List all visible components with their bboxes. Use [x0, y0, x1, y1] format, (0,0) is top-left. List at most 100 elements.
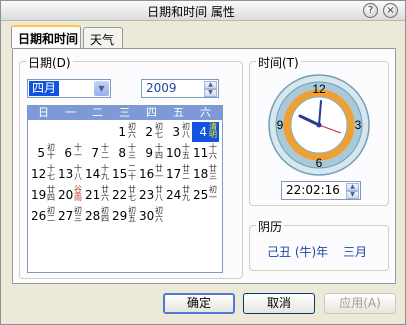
calendar-day[interactable]: 1 初六	[111, 122, 138, 142]
lunar-day-label: 初八	[182, 122, 190, 139]
weekday-label: 三	[119, 106, 130, 119]
calendar-day[interactable]: 20 谷雨	[57, 185, 84, 205]
calendar-day[interactable]: 24 廿九	[165, 185, 192, 205]
calendar-day[interactable]: 13 十八	[57, 164, 84, 184]
calendar-grid[interactable]: 日一二三四五六 1 初六 2 初七 3 初八 4 清明 5 初十 6 十一 7 十二 8 十三 9 十四 10 十五 1…	[27, 105, 223, 273]
help-button[interactable]: ?	[363, 3, 378, 18]
calendar-day[interactable]: 10 十五	[165, 143, 192, 163]
day-number: 10	[166, 146, 182, 160]
chevron-down-icon[interactable]: ▼	[94, 81, 109, 96]
lunar-day-label: 十九	[101, 164, 109, 181]
calendar-day[interactable]: 29 初五	[111, 206, 138, 226]
day-number: 25	[193, 188, 209, 202]
lunar-day-label: 谷雨	[74, 185, 82, 202]
day-number: 2	[145, 125, 153, 139]
analog-clock: 12 3 6 9	[267, 73, 371, 177]
clock-number-12: 12	[312, 82, 326, 96]
day-number: 29	[112, 209, 128, 223]
day-number: 28	[85, 209, 101, 223]
title-bar: 日期和时间 属性 ? ×	[1, 1, 405, 21]
day-number: 7	[91, 146, 99, 160]
calendar-day[interactable]: 16 廿一	[138, 164, 165, 184]
calendar-day[interactable]: 15 二十	[111, 164, 138, 184]
day-number: 15	[112, 167, 128, 181]
lunar-day-label: 初二	[47, 206, 55, 223]
date-time-properties-window: 日期和时间 属性 ? × 日期和时间 天气 日期(D) 四月 ▼ 2009 ▲ …	[0, 0, 406, 325]
calendar-day[interactable]: 21 廿六	[84, 185, 111, 205]
lunar-day-label: 初五	[128, 206, 136, 223]
apply-button[interactable]: 应用(A)	[324, 293, 396, 314]
year-down-arrow-icon[interactable]: ▼	[204, 89, 217, 97]
time-value: 22:02:16	[286, 183, 340, 197]
clock-number-9: 9	[277, 118, 284, 132]
lunar-day-label: 廿二	[182, 164, 190, 181]
calendar-day[interactable]: 11 十六	[192, 143, 219, 163]
lunar-day-label: 初四	[101, 206, 109, 223]
month-select[interactable]: 四月 ▼	[27, 79, 111, 98]
year-spinner[interactable]: 2009 ▲ ▼	[141, 79, 219, 98]
calendar-day[interactable]: 14 十九	[84, 164, 111, 184]
day-number: 14	[85, 167, 101, 181]
day-number: 19	[31, 188, 47, 202]
calendar-day[interactable]: 22 廿七	[111, 185, 138, 205]
weekday-label: 二	[92, 106, 103, 119]
lunar-month: 三月	[343, 245, 368, 259]
time-spinner[interactable]: 22:02:16 ▲ ▼	[281, 181, 361, 200]
lunar-day-label: 十一	[74, 143, 82, 160]
calendar-day[interactable]: 26 初二	[30, 206, 57, 226]
lunar-day-label: 廿九	[182, 185, 190, 202]
calendar-day[interactable]: 6 十一	[57, 143, 84, 163]
cancel-button[interactable]: 取消	[243, 293, 315, 314]
calendar-day[interactable]: 23 廿八	[138, 185, 165, 205]
lunar-day-label: 初六	[155, 206, 163, 223]
lunar-day-label: 十三	[128, 143, 136, 160]
lunar-day-label: 初三	[74, 206, 82, 223]
calendar-day[interactable]: 28 初四	[84, 206, 111, 226]
year-value: 2009	[146, 81, 177, 95]
close-button[interactable]: ×	[383, 3, 398, 18]
calendar-day[interactable]: 4 清明	[192, 122, 219, 142]
calendar-day[interactable]: 27 初三	[57, 206, 84, 226]
lunar-day-label: 二十	[128, 164, 136, 181]
time-down-arrow-icon[interactable]: ▼	[346, 191, 359, 199]
calendar-day[interactable]: 12 十七	[30, 164, 57, 184]
tab-date-time[interactable]: 日期和时间	[11, 25, 81, 48]
day-number: 12	[31, 167, 47, 181]
weekday-label: 六	[200, 106, 211, 119]
calendar-day[interactable]: 17 廿二	[165, 164, 192, 184]
calendar-day[interactable]: 2 初七	[138, 122, 165, 142]
calendar-day[interactable]: 25 初一	[192, 185, 219, 205]
window-title: 日期和时间 属性	[147, 5, 235, 19]
lunar-day-label: 十二	[101, 143, 109, 160]
calendar-day[interactable]: 30 初六	[138, 206, 165, 226]
calendar-day[interactable]: 19 廿四	[30, 185, 57, 205]
time-up-arrow-icon[interactable]: ▲	[346, 183, 359, 191]
day-number: 30	[139, 209, 155, 223]
lunar-day-label: 廿七	[128, 185, 136, 202]
calendar-day[interactable]: 8 十三	[111, 143, 138, 163]
day-number: 23	[139, 188, 155, 202]
weekday-header: 日一二三四五六	[28, 106, 222, 120]
lunar-day-label: 廿六	[101, 185, 109, 202]
day-number: 27	[58, 209, 74, 223]
day-number: 1	[118, 125, 126, 139]
month-select-value: 四月	[29, 81, 60, 96]
year-up-arrow-icon[interactable]: ▲	[204, 81, 217, 89]
lunar-day-label: 初一	[209, 185, 217, 202]
day-number: 5	[37, 146, 45, 160]
lunar-day-label: 廿八	[155, 185, 163, 202]
weekday-label: 日	[38, 106, 49, 119]
calendar-day[interactable]: 3 初八	[165, 122, 192, 142]
calendar-day[interactable]: 18 廿三	[192, 164, 219, 184]
day-number: 16	[139, 167, 155, 181]
day-number: 20	[58, 188, 74, 202]
calendar-day[interactable]: 5 初十	[30, 143, 57, 163]
ok-button[interactable]: 确定	[163, 293, 235, 314]
day-number: 24	[166, 188, 182, 202]
calendar-day[interactable]: 7 十二	[84, 143, 111, 163]
tab-weather[interactable]: 天气	[83, 27, 123, 48]
calendar-day[interactable]: 9 十四	[138, 143, 165, 163]
day-number: 21	[85, 188, 101, 202]
lunar-day-label: 初十	[47, 143, 55, 160]
day-number: 8	[118, 146, 126, 160]
